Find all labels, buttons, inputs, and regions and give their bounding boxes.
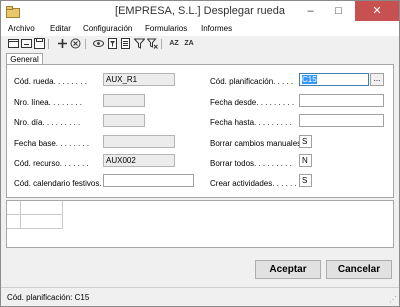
crear-actividades-label: Crear actividades. . . . . . bbox=[210, 179, 297, 188]
borrar-todos-label: Borrar todos. . . . . . . . . bbox=[210, 159, 292, 168]
fecha-base-field[interactable] bbox=[103, 135, 175, 148]
cod-rueda-field[interactable]: AUX_R1 bbox=[103, 73, 175, 86]
menu-configuracion[interactable]: Configuración bbox=[83, 24, 132, 33]
general-panel: Cód. rueda. . . . . . . . AUX_R1 Nro. lí… bbox=[6, 64, 394, 198]
add-icon[interactable] bbox=[57, 38, 68, 49]
nro-dia-field[interactable] bbox=[103, 114, 145, 127]
cod-rueda-label: Cód. rueda. . . . . . . . bbox=[14, 77, 87, 86]
report-icon[interactable] bbox=[120, 38, 131, 49]
title-bar: [EMPRESA, S.L.] Desplegar rueda – □ ✕ bbox=[1, 1, 399, 23]
dialog-window: [EMPRESA, S.L.] Desplegar rueda – □ ✕ Ar… bbox=[0, 0, 400, 307]
accept-button[interactable]: Aceptar bbox=[255, 260, 321, 279]
cod-recurso-label: Cód. recurso. . . . . . . bbox=[14, 159, 89, 168]
grid-cell[interactable] bbox=[21, 215, 63, 229]
view-icon[interactable] bbox=[93, 38, 104, 49]
sort-az-icon[interactable]: AZ bbox=[167, 38, 181, 49]
toolbar-separator bbox=[48, 39, 49, 49]
delete-record-icon[interactable] bbox=[21, 38, 32, 49]
menu-bar: Archivo Editar Configuración Formularios… bbox=[1, 23, 399, 36]
new-record-icon[interactable] bbox=[8, 38, 19, 49]
cancel-button[interactable]: Cancelar bbox=[326, 260, 392, 279]
nro-linea-field[interactable] bbox=[103, 94, 145, 107]
fecha-hasta-label: Fecha hasta. . . . . . . . . bbox=[210, 118, 292, 127]
menu-editar[interactable]: Editar bbox=[50, 24, 71, 33]
resize-grip-icon[interactable]: ⋰ bbox=[389, 295, 397, 304]
fecha-hasta-field[interactable] bbox=[299, 114, 384, 127]
cod-calendario-field[interactable] bbox=[103, 174, 194, 187]
fecha-desde-label: Fecha desde. . . . . . . . . bbox=[210, 98, 295, 107]
borrar-cambios-field[interactable]: S bbox=[299, 135, 312, 148]
maximize-button[interactable]: □ bbox=[325, 1, 352, 21]
filter-icon[interactable] bbox=[133, 38, 146, 49]
cod-planificacion-field[interactable]: C15 bbox=[299, 73, 369, 86]
grid-row-header[interactable] bbox=[7, 215, 21, 229]
detail-grid[interactable] bbox=[6, 200, 394, 248]
filter-form-icon[interactable] bbox=[107, 38, 118, 49]
menu-informes[interactable]: Informes bbox=[201, 24, 232, 33]
toolbar-separator bbox=[161, 39, 162, 49]
cod-recurso-field[interactable]: AUX002 bbox=[103, 154, 175, 167]
grid-header-cell[interactable] bbox=[21, 201, 63, 215]
nro-linea-label: Nro. línea. . . . . . . . bbox=[14, 98, 83, 107]
status-text: Cód. planificación: C15 bbox=[7, 293, 90, 302]
grid-corner-cell bbox=[7, 201, 21, 215]
minimize-button[interactable]: – bbox=[297, 1, 324, 21]
clear-filter-icon[interactable] bbox=[146, 38, 158, 49]
menu-archivo[interactable]: Archivo bbox=[8, 24, 35, 33]
nro-dia-label: Nro. día. . . . . . . . . bbox=[14, 118, 81, 127]
fecha-desde-field[interactable] bbox=[299, 94, 384, 107]
sort-za-icon[interactable]: ZA bbox=[182, 38, 196, 49]
save-icon[interactable] bbox=[34, 38, 45, 49]
menu-formularios[interactable]: Formularios bbox=[145, 24, 187, 33]
toolbar-separator bbox=[85, 39, 86, 49]
lookup-button[interactable]: ... bbox=[370, 73, 384, 86]
cod-calendario-label: Cód. calendario festivos. bbox=[14, 179, 102, 188]
status-bar: Cód. planificación: C15 ⋰ bbox=[1, 287, 399, 306]
close-button[interactable]: ✕ bbox=[355, 1, 399, 21]
cod-planificacion-value: C15 bbox=[302, 75, 317, 84]
borrar-cambios-label: Borrar cambios manuales. bbox=[210, 139, 304, 148]
cancel-icon[interactable] bbox=[70, 38, 81, 49]
crear-actividades-field[interactable]: S bbox=[299, 174, 312, 187]
borrar-todos-field[interactable]: N bbox=[299, 154, 312, 167]
fecha-base-label: Fecha base. . . . . . . . bbox=[14, 139, 90, 148]
toolbar: AZ ZA bbox=[1, 37, 399, 51]
cod-planificacion-label: Cód. planificación. . . . . bbox=[210, 77, 294, 86]
